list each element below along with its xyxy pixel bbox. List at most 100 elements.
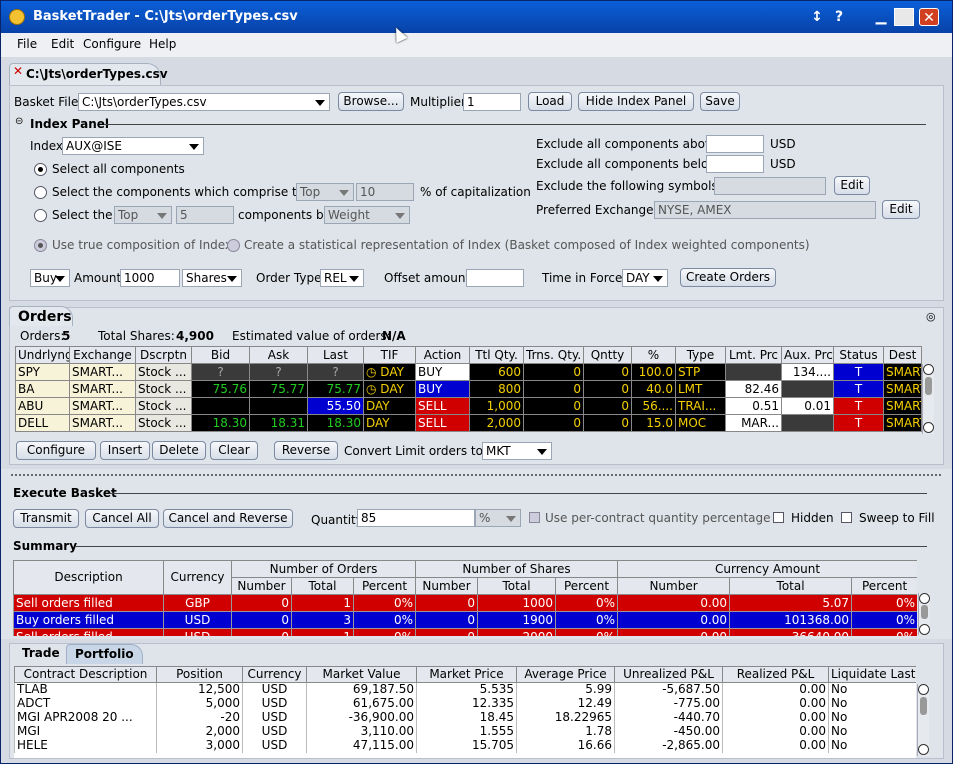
title-bar[interactable]: BasketTrader - C:\Jts\orderTypes.csv ↕ ?… xyxy=(1,1,952,33)
index-select[interactable]: AUX@ISE xyxy=(62,137,204,155)
menu-configure[interactable]: Configure xyxy=(83,37,141,51)
browse-button[interactable]: Browse... xyxy=(338,92,404,111)
order-cell-aux[interactable]: 0.01 xyxy=(781,397,834,415)
order-cell-ttl[interactable]: 1,000 xyxy=(469,397,524,415)
reverse-button[interactable]: Reverse xyxy=(274,441,338,460)
statistical-rep-radio[interactable] xyxy=(227,239,240,252)
exclude-symbols-edit-button[interactable]: Edit xyxy=(834,176,870,195)
menu-edit[interactable]: Edit xyxy=(51,37,74,51)
order-cell-lmt[interactable]: 0.51 xyxy=(725,397,782,415)
transmit-button[interactable]: Transmit xyxy=(13,509,79,528)
order-cell-type[interactable]: TRAI... xyxy=(675,397,726,415)
orders-col-header[interactable]: Dest xyxy=(883,346,922,364)
tab-portfolio[interactable]: Portfolio xyxy=(66,644,143,664)
order-cell-aux[interactable] xyxy=(781,380,834,398)
order-type-select[interactable]: REL xyxy=(320,269,364,287)
scroll-down-icon[interactable] xyxy=(923,422,934,433)
load-button[interactable]: Load xyxy=(528,92,572,111)
offset-amount-input[interactable] xyxy=(466,269,524,287)
order-cell-dest[interactable]: SMART xyxy=(883,414,922,432)
quantity-unit-select[interactable]: % xyxy=(475,509,521,527)
orders-scrollbar[interactable] xyxy=(922,364,934,434)
detach-icon[interactable]: ◎ xyxy=(926,310,936,323)
order-cell-aux[interactable]: 134.... xyxy=(781,363,834,381)
summary-scrollbar[interactable] xyxy=(918,593,930,635)
convert-limit-select[interactable]: MKT xyxy=(482,442,552,460)
tif-clock-icon[interactable]: ◷ xyxy=(366,382,380,396)
scroll-up-icon[interactable] xyxy=(923,364,934,375)
close-button[interactable]: ✕ xyxy=(919,8,939,26)
scroll-thumb[interactable] xyxy=(925,377,932,395)
orders-col-header[interactable]: Status xyxy=(833,346,884,364)
order-cell-aux[interactable] xyxy=(781,414,834,432)
order-cell-action[interactable]: SELL xyxy=(415,414,470,432)
unit-select[interactable]: Shares xyxy=(182,269,242,287)
orders-col-header[interactable]: % xyxy=(631,346,676,364)
order-cell-dest[interactable]: SMART xyxy=(883,363,922,381)
order-cell-action[interactable]: SELL xyxy=(415,397,470,415)
per-contract-checkbox[interactable] xyxy=(529,512,540,523)
select-top-radio[interactable] xyxy=(34,209,47,222)
pin-icon[interactable]: ↕ xyxy=(807,8,827,26)
orders-col-header[interactable]: Trns. Qty. xyxy=(523,346,584,364)
order-cell-ttl[interactable]: 600 xyxy=(469,363,524,381)
order-cell-action[interactable]: BUY xyxy=(415,380,470,398)
cancel-all-button[interactable]: Cancel All xyxy=(85,509,159,528)
order-row[interactable]: BA SMART... Stock ... 75.76 75.77 75.77 ◷ DAY B… xyxy=(15,380,922,398)
order-cell-lmt[interactable]: MAR... xyxy=(725,414,782,432)
time-in-force-select[interactable]: DAY xyxy=(622,269,668,287)
portfolio-row[interactable]: MGI APR2008 20 ... -20 USD -36,900.00 18.45 1… xyxy=(14,710,916,725)
order-cell-action[interactable]: BUY xyxy=(415,363,470,381)
clear-button[interactable]: Clear xyxy=(210,441,258,460)
summary-row[interactable]: Buy orders filled USD 0 3 0% 0 1900 0% 0.00 10136… xyxy=(13,611,917,629)
tab-trade[interactable]: Trade xyxy=(14,644,68,664)
orders-col-header[interactable]: Ask xyxy=(249,346,308,364)
orders-col-header[interactable]: Undrlyng xyxy=(15,346,70,364)
orders-col-header[interactable]: Action xyxy=(415,346,470,364)
order-cell-tif[interactable]: DAY xyxy=(363,397,416,415)
portfolio-row[interactable]: ADCT 5,000 USD 61,675.00 12.335 12.49 -775.00 0… xyxy=(14,696,916,711)
portfolio-col-header[interactable]: Currency xyxy=(242,666,307,683)
scroll-down-icon[interactable] xyxy=(918,744,929,755)
basket-file-select[interactable]: C:\Jts\orderTypes.csv xyxy=(78,93,330,111)
orders-col-header[interactable]: Dscrptn xyxy=(135,346,192,364)
select-comprise-radio[interactable] xyxy=(34,186,47,199)
portfolio-col-header[interactable]: Market Price xyxy=(416,666,517,683)
preferred-exchanges-input[interactable]: NYSE, AMEX xyxy=(654,201,876,219)
scroll-thumb[interactable] xyxy=(920,697,927,715)
order-cell-dest[interactable]: SMART xyxy=(883,397,922,415)
minimize-button[interactable]: ▁ xyxy=(871,8,891,26)
order-row[interactable]: SPY SMART... Stock ...??? ◷ DAY BUY 600 0 0 100.… xyxy=(15,363,922,381)
side-select[interactable]: Buy xyxy=(30,269,70,287)
portfolio-col-header[interactable]: Unrealized P&L xyxy=(614,666,723,683)
menu-file[interactable]: File xyxy=(17,37,37,51)
document-tab[interactable]: ✕ C:\Jts\orderTypes.csv xyxy=(9,63,168,85)
portfolio-row[interactable]: TLAB 12,500 USD 69,187.50 5.535 5.99 -5,687.50… xyxy=(14,682,916,697)
order-cell-type[interactable]: MOC xyxy=(675,414,726,432)
portfolio-row[interactable]: HELE 3,000 USD 47,115.00 15.705 16.66 -2,865.0… xyxy=(14,738,916,753)
scroll-thumb[interactable] xyxy=(921,605,928,619)
order-cell-tif[interactable]: DAY xyxy=(363,414,416,432)
create-orders-button[interactable]: Create Orders xyxy=(680,268,776,287)
preferred-exchanges-edit-button[interactable]: Edit xyxy=(882,200,920,219)
cancel-and-reverse-button[interactable]: Cancel and Reverse xyxy=(163,509,293,528)
order-cell-dest[interactable]: SMART xyxy=(883,380,922,398)
select-top-select[interactable]: Top xyxy=(114,206,172,224)
scroll-up-icon[interactable] xyxy=(919,593,930,604)
portfolio-col-header[interactable]: Contract Description xyxy=(14,666,157,683)
order-cell-lmt[interactable]: 82.46 xyxy=(725,380,782,398)
order-row[interactable]: ABU SMART... Stock ... 55.50 DAY SELL 1,000 0 0 5… xyxy=(15,397,922,415)
components-by-select[interactable]: Weight xyxy=(324,206,410,224)
multiplier-input[interactable]: 1 xyxy=(463,93,521,111)
amount-input[interactable]: 1000 xyxy=(120,269,180,287)
exclude-above-input[interactable] xyxy=(706,135,764,153)
scroll-down-icon[interactable] xyxy=(919,624,930,635)
tif-clock-icon[interactable]: ◷ xyxy=(366,365,380,379)
summary-row[interactable]: Sell orders filled GBP 0 1 0% 0 1000 0% 0.00 5.07… xyxy=(13,594,917,612)
order-row[interactable]: DELL SMART... Stock ... 18.30 18.31 18.30 DAY S… xyxy=(15,414,922,432)
comprise-top-select[interactable]: Top xyxy=(296,183,354,201)
order-cell-ttl[interactable]: 800 xyxy=(469,380,524,398)
portfolio-row[interactable]: MGI 2,000 USD 3,110.00 1.555 1.78 -450.00 0.00 N… xyxy=(14,724,916,739)
exclude-symbols-input[interactable] xyxy=(714,177,826,195)
delete-button[interactable]: Delete xyxy=(152,441,206,460)
